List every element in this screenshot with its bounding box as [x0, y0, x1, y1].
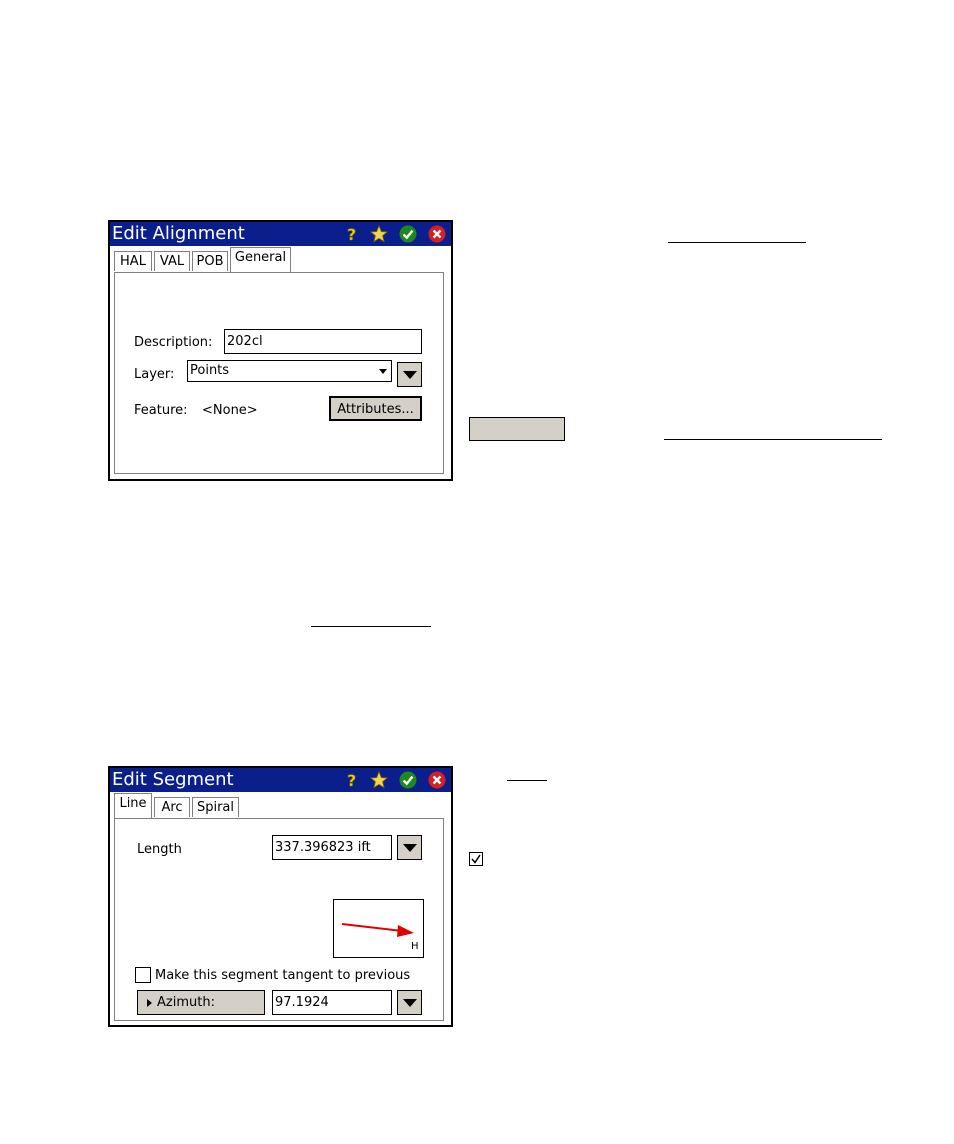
direction-preview: H	[333, 899, 424, 958]
favorite-icon[interactable]	[370, 771, 388, 789]
feature-value: <None>	[202, 403, 258, 418]
grey-button-placeholder[interactable]	[469, 417, 565, 441]
underline-3	[311, 626, 431, 627]
title-bar: Edit Segment ?	[110, 768, 451, 792]
description-label: Description:	[134, 335, 213, 350]
description-input[interactable]: 202cl	[224, 329, 422, 354]
general-panel: Description: 202cl Layer: Points Feature…	[114, 272, 444, 474]
tab-val[interactable]: VAL	[154, 251, 190, 271]
edit-alignment-window: Edit Alignment ? HAL VAL POB General Des…	[108, 220, 453, 481]
tab-bar: HAL VAL POB General	[110, 246, 451, 272]
ok-icon[interactable]	[399, 225, 417, 243]
preview-label: H	[411, 941, 419, 952]
line-panel: Length 337.396823 ift H Make this segmen…	[114, 818, 444, 1021]
expand-arrow-icon	[147, 999, 152, 1007]
layer-select[interactable]: Points	[187, 360, 392, 382]
svg-text:?: ?	[347, 225, 356, 243]
layer-dropdown-button[interactable]	[397, 362, 422, 387]
direction-arrow-icon	[341, 923, 414, 937]
underline-4	[507, 780, 547, 781]
azimuth-button[interactable]: Azimuth:	[137, 990, 265, 1015]
tab-hal[interactable]: HAL	[114, 251, 152, 271]
tab-general[interactable]: General	[230, 247, 291, 272]
window-title: Edit Segment	[112, 769, 234, 790]
feature-label: Feature:	[134, 403, 188, 418]
tangent-label: Make this segment tangent to previous	[155, 968, 411, 983]
layer-dropdown-arrow-icon	[379, 369, 387, 374]
layer-value: Points	[190, 363, 230, 378]
cancel-icon[interactable]	[428, 225, 446, 243]
underline-1	[668, 242, 806, 243]
help-icon[interactable]: ?	[342, 771, 360, 789]
favorite-icon[interactable]	[370, 225, 388, 243]
tangent-checkbox[interactable]	[135, 967, 151, 983]
svg-text:?: ?	[347, 771, 356, 789]
length-dropdown-button[interactable]	[397, 835, 422, 860]
azimuth-input[interactable]: 97.1924	[272, 990, 392, 1015]
tab-bar: Line Arc Spiral	[110, 792, 451, 818]
azimuth-label: Azimuth:	[157, 995, 215, 1010]
edit-segment-window: Edit Segment ? Line Arc Spiral Length 33…	[108, 766, 453, 1027]
tab-arc[interactable]: Arc	[154, 797, 190, 817]
underline-2	[664, 439, 882, 440]
ok-icon[interactable]	[399, 771, 417, 789]
help-icon[interactable]: ?	[342, 225, 360, 243]
cancel-icon[interactable]	[428, 771, 446, 789]
layer-label: Layer:	[134, 367, 175, 382]
window-title: Edit Alignment	[112, 223, 245, 244]
checked-box-icon	[469, 852, 483, 866]
length-label: Length	[137, 842, 182, 857]
tab-line[interactable]: Line	[114, 793, 152, 818]
length-input[interactable]: 337.396823 ift	[272, 835, 392, 860]
tab-spiral[interactable]: Spiral	[192, 797, 239, 817]
title-bar: Edit Alignment ?	[110, 222, 451, 246]
tab-pob[interactable]: POB	[192, 251, 228, 271]
attributes-button[interactable]: Attributes...	[329, 396, 422, 421]
azimuth-dropdown-button[interactable]	[397, 990, 422, 1015]
